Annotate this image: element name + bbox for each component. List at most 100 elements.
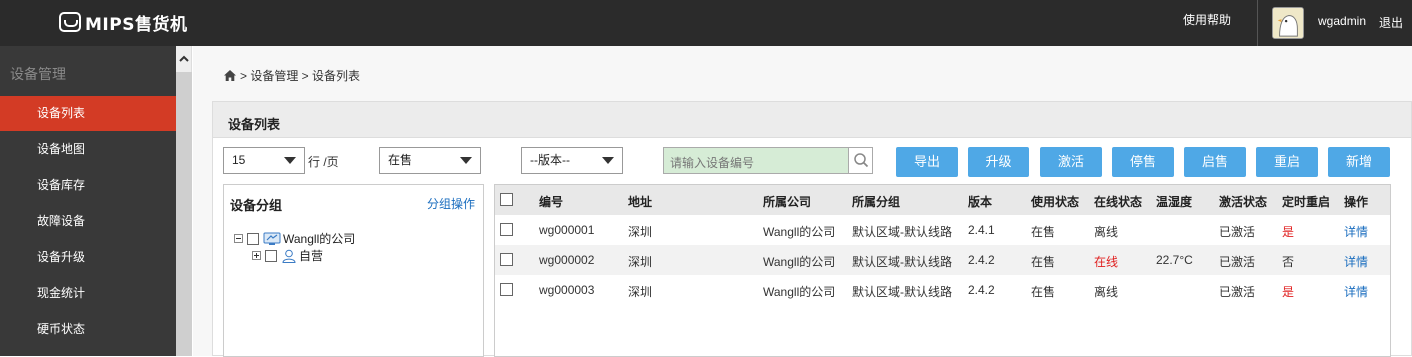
detail-link[interactable]: 详情 xyxy=(1344,253,1368,270)
chevron-up-icon[interactable] xyxy=(179,54,189,64)
cell-id: wg000003 xyxy=(539,283,595,297)
col-company: 所属公司 xyxy=(763,195,812,209)
user-group-icon xyxy=(282,249,296,263)
page-size-value: 15 xyxy=(232,153,246,167)
select-all-checkbox[interactable] xyxy=(500,193,513,206)
col-scheduled-reboot: 定时重启 xyxy=(1282,195,1331,209)
page-size-select[interactable]: 15 xyxy=(223,147,305,174)
home-icon[interactable] xyxy=(224,70,236,81)
username[interactable]: wgadmin xyxy=(1318,14,1366,28)
sidebar-scrollbar[interactable] xyxy=(176,46,192,356)
sidebar-item-device-map[interactable]: 设备地图 xyxy=(0,132,176,167)
expand-icon[interactable] xyxy=(252,251,261,260)
detail-link[interactable]: 详情 xyxy=(1344,223,1368,240)
top-bar: MIPS售货机 使用帮助 wgadmin 退出 xyxy=(0,0,1412,46)
cell-id: wg000002 xyxy=(539,253,595,267)
search-button[interactable] xyxy=(848,148,872,173)
group-tree: 设备分组 分组操作 Wangll的公司 自营 xyxy=(223,184,484,357)
group-operation-link[interactable]: 分组操作 xyxy=(427,195,475,212)
avatar-icon xyxy=(1273,8,1303,38)
tree-node-root[interactable]: Wangll的公司 xyxy=(234,230,355,247)
brand-logo[interactable]: MIPS售货机 xyxy=(59,10,187,35)
reboot-button[interactable]: 重启 xyxy=(1256,147,1318,177)
cell-address: 深圳 xyxy=(628,255,653,269)
detail-link[interactable]: 详情 xyxy=(1344,283,1368,300)
cell-online-status: 离线 xyxy=(1094,225,1119,239)
device-list-panel: 设备列表 15 行 /页 在售 --版本-- 请输入设备编号 导出 升级 激活 … xyxy=(212,101,1412,357)
sidebar-item-device-upgrade[interactable]: 设备升级 xyxy=(0,240,176,275)
tree-checkbox[interactable] xyxy=(265,249,277,262)
help-link[interactable]: 使用帮助 xyxy=(1183,11,1231,28)
sidebar-title[interactable]: 设备管理 xyxy=(10,64,66,84)
row-checkbox[interactable] xyxy=(500,223,513,236)
cell-id: wg000001 xyxy=(539,223,595,237)
chevron-down-icon xyxy=(284,157,296,164)
per-page-label: 行 /页 xyxy=(308,155,339,169)
collapse-icon[interactable] xyxy=(234,234,243,243)
tree-root-label[interactable]: Wangll的公司 xyxy=(283,230,355,247)
cell-use-status: 在售 xyxy=(1031,225,1056,239)
cell-temp-humidity: 22.7°C xyxy=(1156,253,1193,267)
col-use-status: 使用状态 xyxy=(1031,195,1080,209)
breadcrumb-path[interactable]: > 设备管理 > 设备列表 xyxy=(240,67,360,84)
cell-address: 深圳 xyxy=(628,285,653,299)
tree-node-child[interactable]: 自营 xyxy=(252,247,323,264)
sidebar-item-cash-stats[interactable]: 现金统计 xyxy=(0,276,176,311)
version-select[interactable]: --版本-- xyxy=(521,147,623,174)
col-activation: 激活状态 xyxy=(1219,195,1268,209)
tree-title: 设备分组 xyxy=(230,198,283,213)
device-table: 编号 地址 所属公司 所属分组 版本 使用状态 在线状态 温湿度 激活状态 定时… xyxy=(494,184,1391,357)
tree-checkbox[interactable] xyxy=(247,232,259,245)
cell-use-status: 在售 xyxy=(1031,285,1056,299)
table-header: 编号 地址 所属公司 所属分组 版本 使用状态 在线状态 温湿度 激活状态 定时… xyxy=(495,185,1390,215)
cell-company: Wangll的公司 xyxy=(763,285,836,299)
cell-online-status: 离线 xyxy=(1094,285,1119,299)
cell-version: 2.4.1 xyxy=(968,223,995,237)
col-address: 地址 xyxy=(628,195,653,209)
search-input[interactable]: 请输入设备编号 xyxy=(663,147,873,174)
cell-online-status: 在线 xyxy=(1094,255,1119,269)
col-version: 版本 xyxy=(968,195,993,209)
search-placeholder: 请输入设备编号 xyxy=(670,156,755,170)
col-id: 编号 xyxy=(539,195,564,209)
row-checkbox[interactable] xyxy=(500,253,513,266)
col-online-status: 在线状态 xyxy=(1094,195,1143,209)
logo-icon xyxy=(59,12,81,32)
table-row[interactable]: wg000001 深圳 Wangll的公司 默认区域-默认线路 2.4.1 在售… xyxy=(495,215,1390,245)
table-row[interactable]: wg000002 深圳 Wangll的公司 默认区域-默认线路 2.4.2 在售… xyxy=(495,245,1390,275)
export-button[interactable]: 导出 xyxy=(896,147,958,177)
upgrade-button[interactable]: 升级 xyxy=(968,147,1029,177)
top-divider xyxy=(1257,0,1258,46)
cell-address: 深圳 xyxy=(628,225,653,239)
col-actions: 操作 xyxy=(1344,195,1369,209)
add-button[interactable]: 新增 xyxy=(1328,147,1390,177)
start-sale-button[interactable]: 启售 xyxy=(1184,147,1246,177)
stop-sale-button[interactable]: 停售 xyxy=(1112,147,1174,177)
avatar[interactable] xyxy=(1272,7,1304,39)
version-select-value: --版本-- xyxy=(530,153,570,167)
sidebar-item-device-stock[interactable]: 设备库存 xyxy=(0,168,176,203)
table-row[interactable]: wg000003 深圳 Wangll的公司 默认区域-默认线路 2.4.2 在售… xyxy=(495,275,1390,305)
cell-use-status: 在售 xyxy=(1031,255,1056,269)
cell-activation: 已激活 xyxy=(1219,285,1256,299)
scrollbar-thumb[interactable] xyxy=(176,72,192,356)
sidebar-item-faulty-devices[interactable]: 故障设备 xyxy=(0,204,176,239)
row-checkbox[interactable] xyxy=(500,283,513,296)
status-select[interactable]: 在售 xyxy=(379,147,481,174)
col-temp-humidity: 温湿度 xyxy=(1156,195,1193,209)
sidebar-item-coin-status[interactable]: 硬币状态 xyxy=(0,312,176,347)
tree-child-label[interactable]: 自营 xyxy=(299,247,323,264)
cell-scheduled-reboot: 是 xyxy=(1282,285,1295,299)
logout-link[interactable]: 退出 xyxy=(1379,14,1403,31)
cell-group: 默认区域-默认线路 xyxy=(852,255,952,269)
cell-version: 2.4.2 xyxy=(968,253,995,267)
activate-button[interactable]: 激活 xyxy=(1040,147,1102,177)
sidebar-item-device-list[interactable]: 设备列表 xyxy=(0,96,176,131)
company-icon xyxy=(263,232,281,245)
status-select-value: 在售 xyxy=(388,153,413,167)
panel-title: 设备列表 xyxy=(228,117,281,132)
cell-scheduled-reboot: 是 xyxy=(1282,225,1295,239)
breadcrumb: > 设备管理 > 设备列表 xyxy=(224,67,360,84)
cell-group: 默认区域-默认线路 xyxy=(852,285,952,299)
chevron-down-icon xyxy=(460,157,472,164)
